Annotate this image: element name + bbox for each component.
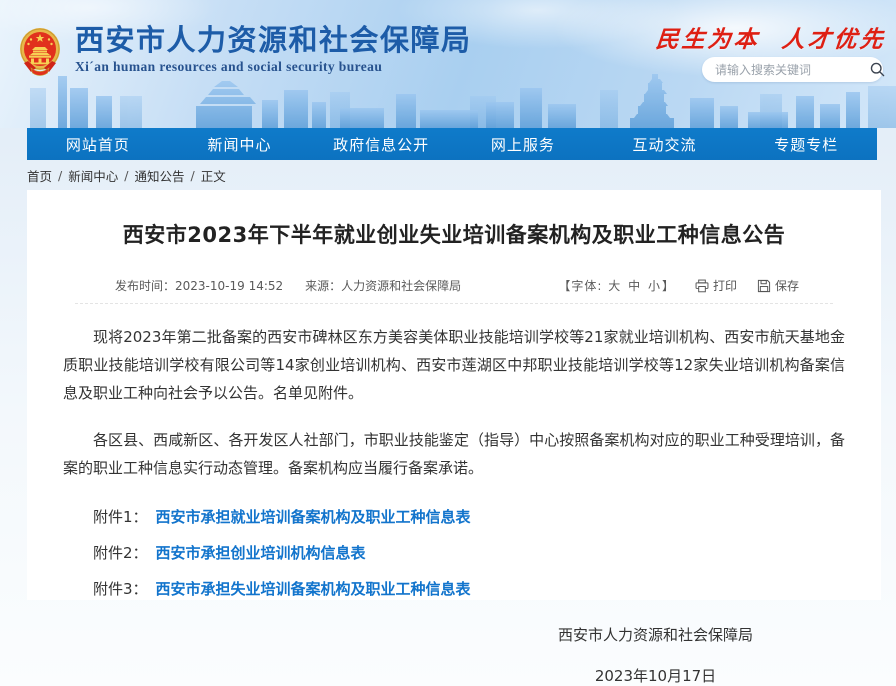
nav-item-special-topics[interactable]: 专题专栏 xyxy=(735,128,877,160)
slogan-calligraphy: 民生为本 人才优先 xyxy=(654,20,887,54)
breadcrumb: 首页 / 新闻中心 / 通知公告 / 正文 xyxy=(27,160,877,190)
article-signature: 西安市人力资源和社会保障局 2023年10月17日 xyxy=(558,625,753,686)
breadcrumb-separator: / xyxy=(190,168,194,183)
attachment-link-entrepreneurship-training[interactable]: 西安市承担创业培训机构信息表 xyxy=(156,544,366,562)
main-nav: 网站首页 新闻中心 政府信息公开 网上服务 互动交流 专题专栏 xyxy=(27,128,877,160)
attachment-link-unemployment-training[interactable]: 西安市承担失业培训备案机构及职业工种信息表 xyxy=(156,580,471,598)
meta-right: 【字体: 大 中 小】 打印 保存 xyxy=(558,277,799,294)
breadcrumb-separator: / xyxy=(124,168,128,183)
search-box xyxy=(702,57,883,82)
meta-divider xyxy=(75,303,833,304)
breadcrumb-home[interactable]: 首页 xyxy=(27,166,52,185)
print-button[interactable]: 打印 xyxy=(695,277,737,294)
source-label: 来源： xyxy=(305,279,341,293)
save-button[interactable]: 保存 xyxy=(757,277,799,294)
printer-icon xyxy=(695,279,709,293)
nav-item-interaction[interactable]: 互动交流 xyxy=(594,128,736,160)
article-card: 西安市2023年下半年就业创业失业培训备案机构及职业工种信息公告 发布时间：20… xyxy=(27,190,881,600)
site-logo-link[interactable]: 西安市人力资源和社会保障局 Xi´an human resources and … xyxy=(18,24,472,76)
attachment-row-1: 附件1： 西安市承担就业培训备案机构及职业工种信息表 xyxy=(63,506,845,528)
site-subtitle: Xi´an human resources and social securit… xyxy=(75,59,472,75)
nav-item-news[interactable]: 新闻中心 xyxy=(169,128,311,160)
site-title: 西安市人力资源和社会保障局 xyxy=(75,24,472,56)
article-paragraph: 现将2023年第二批备案的西安市碑林区东方美容美体职业技能培训学校等21家就业培… xyxy=(63,323,845,407)
font-size-medium-button[interactable]: 中 xyxy=(628,279,641,293)
attachment-link-employment-training[interactable]: 西安市承担就业培训备案机构及职业工种信息表 xyxy=(156,508,471,526)
font-size-prefix: 【字体: xyxy=(558,279,602,293)
save-label: 保存 xyxy=(775,277,799,294)
signature-organization: 西安市人力资源和社会保障局 xyxy=(558,625,753,645)
attachment-label: 附件3： xyxy=(93,580,148,598)
nav-item-home[interactable]: 网站首页 xyxy=(27,128,169,160)
attachments-list: 附件1： 西安市承担就业培训备案机构及职业工种信息表 附件2： 西安市承担创业培训机… xyxy=(63,506,845,600)
publish-time-value: 2023-10-19 14:52 xyxy=(175,279,283,293)
attachment-row-2: 附件2： 西安市承担创业培训机构信息表 xyxy=(63,542,845,564)
site-header: 西安市人力资源和社会保障局 Xi´an human resources and … xyxy=(0,0,896,128)
attachment-row-3: 附件3： 西安市承担失业培训备案机构及职业工种信息表 xyxy=(63,578,845,600)
search-icon[interactable] xyxy=(869,59,886,81)
brand-text: 西安市人力资源和社会保障局 Xi´an human resources and … xyxy=(75,24,472,75)
font-size-suffix: 】 xyxy=(662,279,675,293)
article-paragraph: 各区县、西咸新区、各开发区人社部门，市职业技能鉴定（指导）中心按照备案机构对应的… xyxy=(63,426,845,482)
breadcrumb-news-center[interactable]: 新闻中心 xyxy=(68,166,118,185)
breadcrumb-notices[interactable]: 通知公告 xyxy=(134,166,184,185)
print-label: 打印 xyxy=(713,277,737,294)
breadcrumb-current-article: 正文 xyxy=(201,166,226,185)
nav-item-gov-info[interactable]: 政府信息公开 xyxy=(310,128,452,160)
publish-time-label: 发布时间： xyxy=(115,279,175,293)
attachment-label: 附件2： xyxy=(93,544,148,562)
search-input[interactable] xyxy=(702,63,869,77)
article-meta: 发布时间：2023-10-19 14:52 来源：人力资源和社会保障局 【字体: … xyxy=(115,277,799,294)
meta-left: 发布时间：2023-10-19 14:52 来源：人力资源和社会保障局 xyxy=(115,277,461,294)
font-size-control: 【字体: 大 中 小】 xyxy=(558,277,675,294)
floppy-save-icon xyxy=(757,279,771,293)
font-size-small-button[interactable]: 小 xyxy=(648,279,661,293)
national-emblem-icon xyxy=(18,26,62,76)
font-size-large-button[interactable]: 大 xyxy=(608,279,621,293)
signature-date: 2023年10月17日 xyxy=(558,666,753,686)
nav-item-online-service[interactable]: 网上服务 xyxy=(452,128,594,160)
article-body: 现将2023年第二批备案的西安市碑林区东方美容美体职业技能培训学校等21家就业培… xyxy=(27,323,881,600)
source-value: 人力资源和社会保障局 xyxy=(341,279,461,293)
attachment-label: 附件1： xyxy=(93,508,148,526)
article-title: 西安市2023年下半年就业创业失业培训备案机构及职业工种信息公告 xyxy=(72,221,836,250)
breadcrumb-separator: / xyxy=(58,168,62,183)
